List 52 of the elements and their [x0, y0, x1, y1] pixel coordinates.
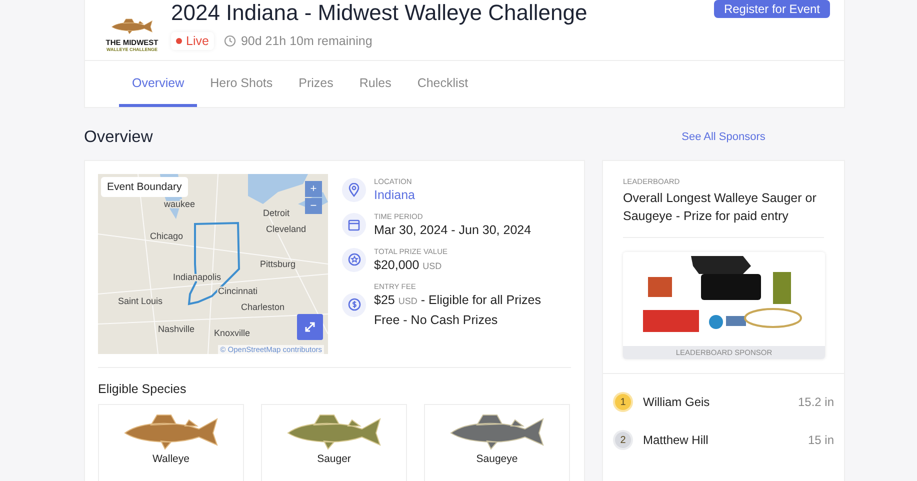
tab[interactable]: Hero Shots [197, 61, 286, 107]
rank-medal: 2 [613, 430, 633, 450]
tab[interactable]: Overview [119, 61, 198, 107]
map-city-label: waukee [164, 199, 196, 209]
catch-length: 15.2 in [798, 395, 834, 409]
species-title: Eligible Species [98, 382, 188, 396]
map-city-label: Chicago [150, 231, 184, 241]
detail-note: Free - No Cash Prizes [374, 313, 499, 327]
map-city-label: Charleston [241, 302, 285, 312]
map-city-label: Nashville [158, 324, 195, 334]
zoom-in-button[interactable]: + [305, 181, 322, 197]
status-badge: Live [171, 32, 214, 50]
detail-value: Mar 30, 2024 - Jun 30, 2024 [374, 223, 532, 237]
event-title: 2024 Indiana - Midwest Walleye Challenge [171, 0, 588, 26]
register-button[interactable]: Register for Event [714, 0, 830, 18]
leaderboard-row[interactable]: 2 Matthew Hill 15 in [613, 428, 834, 452]
species-card[interactable]: Sauger [261, 404, 407, 481]
tab[interactable]: Prizes [286, 61, 346, 107]
leaderboard-row[interactable]: 1 William Geis 15.2 in [613, 390, 834, 414]
map-city-label: Detroit [263, 208, 290, 218]
time-remaining: 90d 21h 10m remaining [240, 34, 372, 48]
map-city-label: Cleveland [266, 224, 306, 234]
clock-icon [224, 35, 236, 47]
detail-value: $25 USD - Eligible for all Prizes [374, 293, 542, 307]
angler-name: Matthew Hill [643, 433, 710, 447]
species-name: Saugeye [476, 453, 518, 465]
map-city-label: Pittsburg [260, 259, 296, 269]
event-boundary-label: Event Boundary [101, 177, 188, 197]
detail-value[interactable]: Indiana [374, 188, 416, 202]
catch-length: 15 in [808, 433, 834, 447]
angler-name: William Geis [643, 395, 711, 409]
tab[interactable]: Rules [346, 61, 404, 107]
species-name: Sauger [317, 453, 351, 465]
tab[interactable]: Checklist [404, 61, 482, 107]
map-city-label: Saint Louis [118, 296, 163, 306]
expand-map-button[interactable] [297, 314, 323, 340]
species-name: Walleye [152, 453, 190, 465]
dollar-coin-icon [348, 298, 360, 311]
species-card[interactable]: Saugeye [424, 404, 570, 481]
detail-value: $20,000 USD [374, 258, 443, 272]
see-all-sponsors-link[interactable]: See All Sponsors [602, 131, 845, 143]
map-city-label: Knoxville [214, 328, 250, 338]
calendar-icon [348, 218, 360, 230]
star-badge-icon [348, 253, 360, 266]
section-title: Overview [84, 128, 154, 146]
expand-arrow-icon [304, 321, 316, 333]
leaderboard-title: Overall Longest Walleye Sauger or Saugeye - Prize for paid entry [623, 189, 824, 238]
zoom-out-button[interactable]: − [305, 198, 322, 214]
map-city-label: Cincinnati [218, 286, 258, 296]
species-card[interactable]: Walleye [98, 404, 244, 481]
location-pin-icon [348, 182, 360, 196]
rank-medal: 1 [613, 392, 633, 412]
